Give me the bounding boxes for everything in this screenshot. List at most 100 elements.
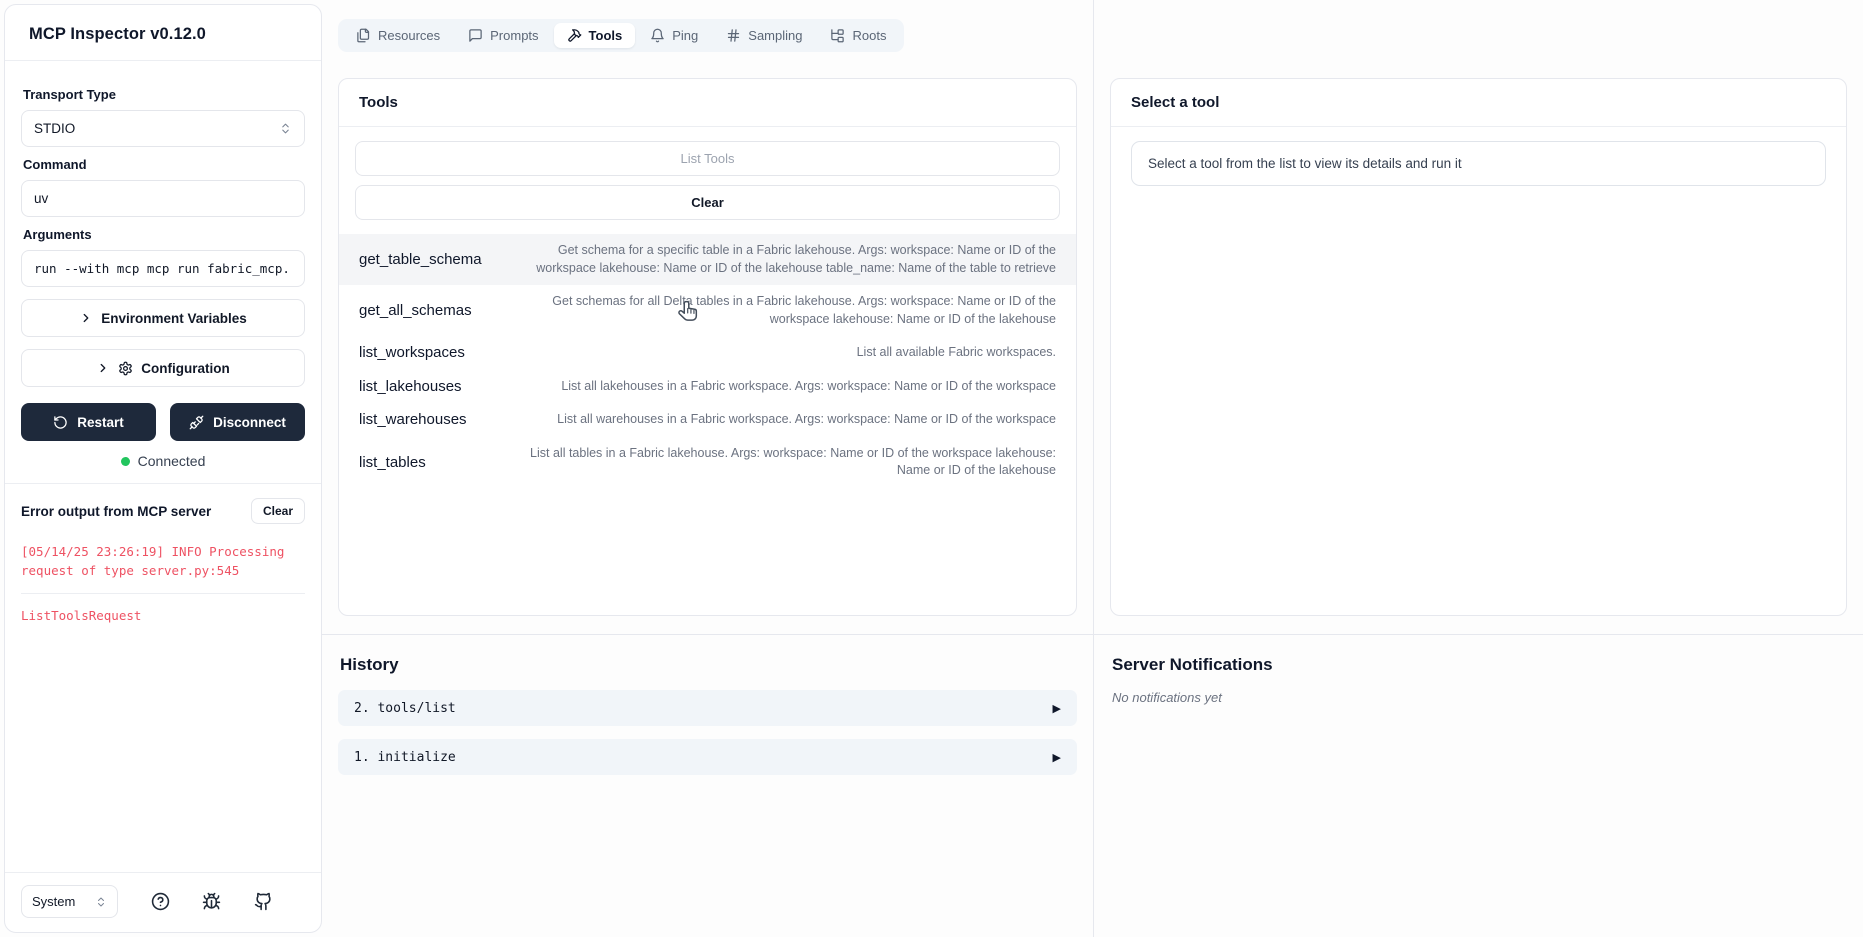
tool-name: list_warehouses <box>359 411 467 428</box>
tool-list-item[interactable]: get_all_schemas Get schemas for all Delt… <box>339 285 1076 336</box>
history-item[interactable]: 1. initialize ▶ <box>338 739 1077 775</box>
unplug-icon <box>189 415 204 430</box>
github-button[interactable] <box>254 892 273 911</box>
tools-card-title: Tools <box>339 79 1076 127</box>
tool-list-item[interactable]: list_tables List all tables in a Fabric … <box>339 437 1076 488</box>
tool-description: Get schemas for all Delta tables in a Fa… <box>511 293 1056 328</box>
restart-label: Restart <box>77 415 124 430</box>
github-icon <box>254 892 273 911</box>
main-left-column: Resources Prompts Tools Ping <box>322 0 1094 937</box>
history-title: History <box>340 655 1077 675</box>
status-label: Connected <box>138 453 206 469</box>
status-dot <box>121 457 130 466</box>
tool-list-item[interactable]: list_workspaces List all available Fabri… <box>339 336 1076 370</box>
files-icon <box>356 28 371 43</box>
error-clear-button[interactable]: Clear <box>251 498 305 524</box>
hammer-icon <box>567 28 582 43</box>
tab-label: Tools <box>589 28 623 43</box>
tab-label: Roots <box>852 28 886 43</box>
help-button[interactable] <box>151 892 170 911</box>
arguments-label: Arguments <box>23 227 305 242</box>
message-square-icon <box>468 28 483 43</box>
tab-label: Prompts <box>490 28 538 43</box>
sidebar-footer: System <box>5 872 321 932</box>
tool-name: list_lakehouses <box>359 378 462 395</box>
tree-icon <box>830 28 845 43</box>
tool-detail-placeholder: Select a tool from the list to view its … <box>1131 141 1826 186</box>
tab-resources[interactable]: Resources <box>343 23 453 48</box>
hash-icon <box>726 28 741 43</box>
app-title: MCP Inspector v0.12.0 <box>29 25 297 44</box>
notifications-pane: Server Notifications No notifications ye… <box>1094 634 1863 937</box>
disconnect-button[interactable]: Disconnect <box>170 403 305 441</box>
history-item-label: 2. tools/list <box>354 701 456 716</box>
chevrons-up-down-icon <box>279 122 292 135</box>
environment-variables-button[interactable]: Environment Variables <box>21 299 305 337</box>
tool-description: List all lakehouses in a Fabric workspac… <box>561 378 1056 396</box>
connection-status: Connected <box>21 453 305 469</box>
environment-variables-label: Environment Variables <box>101 311 247 326</box>
theme-select[interactable]: System <box>21 885 118 918</box>
error-log-entry: [05/14/25 23:26:19] INFO Processing requ… <box>21 538 305 593</box>
error-log: [05/14/25 23:26:19] INFO Processing requ… <box>21 538 305 637</box>
connection-buttons: Restart Disconnect <box>21 403 305 441</box>
restart-icon <box>53 415 68 430</box>
notifications-title: Server Notifications <box>1112 655 1847 675</box>
tool-list-item[interactable]: get_table_schema Get schema for a specif… <box>339 234 1076 285</box>
main-area: Resources Prompts Tools Ping <box>322 0 1863 937</box>
bug-report-button[interactable] <box>202 892 221 911</box>
main-right-column: Select a tool Select a tool from the lis… <box>1094 0 1863 937</box>
chevron-right-icon <box>79 311 93 325</box>
tool-list: get_table_schema Get schema for a specif… <box>339 234 1076 488</box>
tool-name: list_workspaces <box>359 344 465 361</box>
theme-select-value: System <box>32 894 75 909</box>
tool-list-item[interactable]: list_lakehouses List all lakehouses in a… <box>339 370 1076 404</box>
tab-sampling[interactable]: Sampling <box>713 23 815 48</box>
command-value: uv <box>34 191 48 206</box>
arguments-value: run --with mcp mcp run fabric_mcp. <box>34 261 290 276</box>
gear-icon <box>118 361 133 376</box>
history-item[interactable]: 2. tools/list ▶ <box>338 690 1077 726</box>
footer-icons <box>118 892 305 911</box>
connection-form: Transport Type STDIO Command uv Argument… <box>5 61 321 483</box>
sidebar-header: MCP Inspector v0.12.0 <box>5 5 321 61</box>
tool-name: get_all_schemas <box>359 302 472 319</box>
transport-type-select[interactable]: STDIO <box>21 110 305 147</box>
tab-roots[interactable]: Roots <box>817 23 899 48</box>
tab-ping[interactable]: Ping <box>637 23 711 48</box>
tools-card: Tools List Tools Clear get_table_schema … <box>338 78 1077 616</box>
history-item-label: 1. initialize <box>354 750 456 765</box>
list-tools-button[interactable]: List Tools <box>355 141 1060 176</box>
tool-list-item[interactable]: list_warehouses List all warehouses in a… <box>339 403 1076 437</box>
tool-detail-body: Select a tool from the list to view its … <box>1111 127 1846 186</box>
tab-prompts[interactable]: Prompts <box>455 23 551 48</box>
tab-tools[interactable]: Tools <box>554 23 636 48</box>
tabbar-row: Resources Prompts Tools Ping <box>322 0 1093 62</box>
tool-name: get_table_schema <box>359 251 482 268</box>
configuration-button[interactable]: Configuration <box>21 349 305 387</box>
chevrons-up-down-icon <box>95 896 107 908</box>
bug-icon <box>202 892 221 911</box>
command-input[interactable]: uv <box>21 180 305 217</box>
clear-tools-button[interactable]: Clear <box>355 185 1060 220</box>
tool-detail-card: Select a tool Select a tool from the lis… <box>1110 78 1847 616</box>
bell-icon <box>650 28 665 43</box>
tab-label: Ping <box>672 28 698 43</box>
error-output-section: Error output from MCP server Clear [05/1… <box>5 484 321 637</box>
tab-label: Resources <box>378 28 440 43</box>
configuration-label: Configuration <box>141 361 229 376</box>
disconnect-label: Disconnect <box>213 415 286 430</box>
restart-button[interactable]: Restart <box>21 403 156 441</box>
command-label: Command <box>23 157 305 172</box>
sidebar-spacer <box>5 637 321 872</box>
tools-card-body: List Tools Clear <box>339 127 1076 220</box>
sidebar: MCP Inspector v0.12.0 Transport Type STD… <box>4 4 322 933</box>
arguments-input[interactable]: run --with mcp mcp run fabric_mcp. <box>21 250 305 287</box>
transport-type-label: Transport Type <box>23 87 305 102</box>
tool-description: Get schema for a specific table in a Fab… <box>511 242 1056 277</box>
tool-description: List all available Fabric workspaces. <box>857 344 1056 362</box>
expand-arrow-icon: ▶ <box>1053 751 1061 764</box>
history-pane: History 2. tools/list ▶ 1. initialize ▶ <box>322 634 1093 937</box>
tabbar: Resources Prompts Tools Ping <box>338 19 904 52</box>
tools-pane: Tools List Tools Clear get_table_schema … <box>322 62 1093 634</box>
